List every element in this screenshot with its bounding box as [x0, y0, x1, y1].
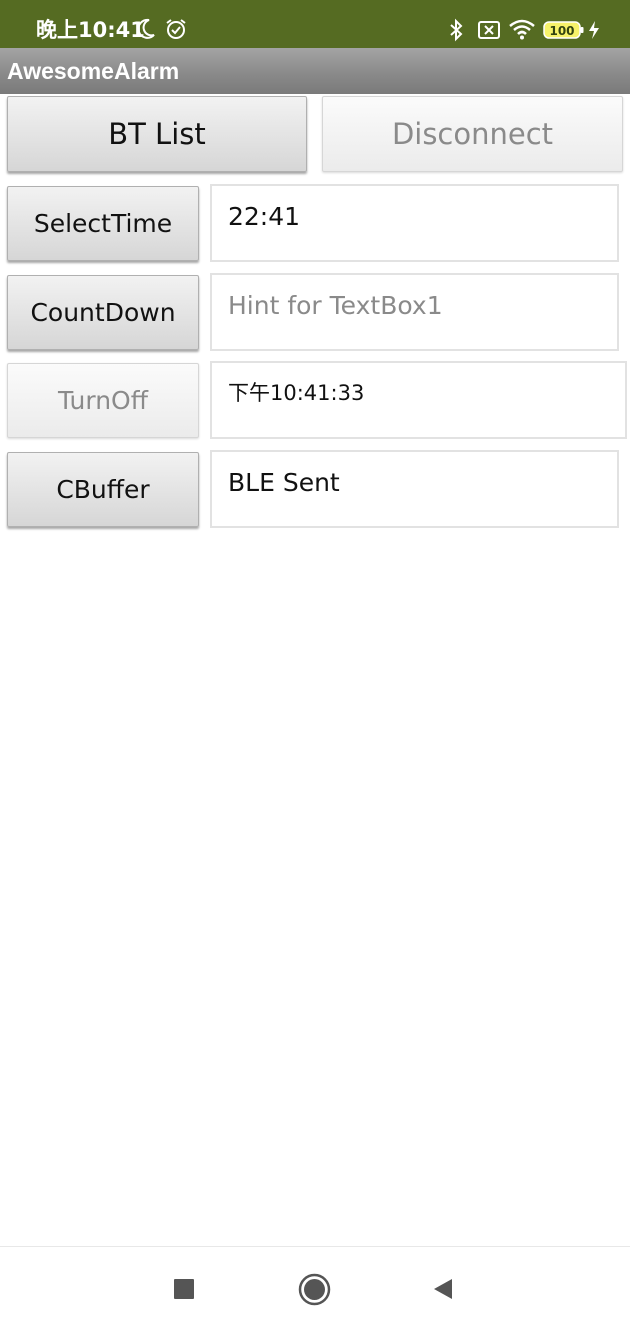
charging-icon — [588, 20, 600, 45]
sim-card-x-icon — [477, 20, 501, 45]
cbuffer-button[interactable]: CBuffer — [7, 452, 199, 527]
app-title: AwesomeAlarm — [7, 58, 180, 84]
battery-level: 100 — [549, 24, 574, 38]
turn-off-button[interactable]: TurnOff — [7, 363, 199, 438]
status-time: 晚上10:41 — [36, 18, 145, 42]
battery-icon: 100 — [543, 20, 585, 45]
system-navigation-bar — [0, 1246, 630, 1330]
back-triangle-icon[interactable] — [432, 1278, 454, 1305]
countdown-button[interactable]: CountDown — [7, 275, 199, 350]
disconnect-button[interactable]: Disconnect — [322, 96, 623, 172]
home-circle-icon[interactable] — [298, 1273, 331, 1311]
countdown-textbox[interactable]: Hint for TextBox1 — [210, 273, 619, 351]
status-bar: 晚上10:41 100 — [0, 0, 630, 48]
select-time-button[interactable]: SelectTime — [7, 186, 199, 261]
moon-icon — [136, 18, 156, 45]
app-title-bar: AwesomeAlarm — [0, 48, 630, 94]
turn-off-textbox[interactable]: 下午10:41:33 — [210, 361, 627, 439]
recents-square-icon[interactable] — [174, 1279, 194, 1304]
bt-list-button[interactable]: BT List — [7, 96, 307, 172]
alarm-icon — [164, 17, 188, 46]
bluetooth-icon — [448, 18, 464, 47]
select-time-textbox[interactable]: 22:41 — [210, 184, 619, 262]
wifi-icon — [508, 18, 536, 45]
cbuffer-textbox[interactable]: BLE Sent — [210, 450, 619, 528]
